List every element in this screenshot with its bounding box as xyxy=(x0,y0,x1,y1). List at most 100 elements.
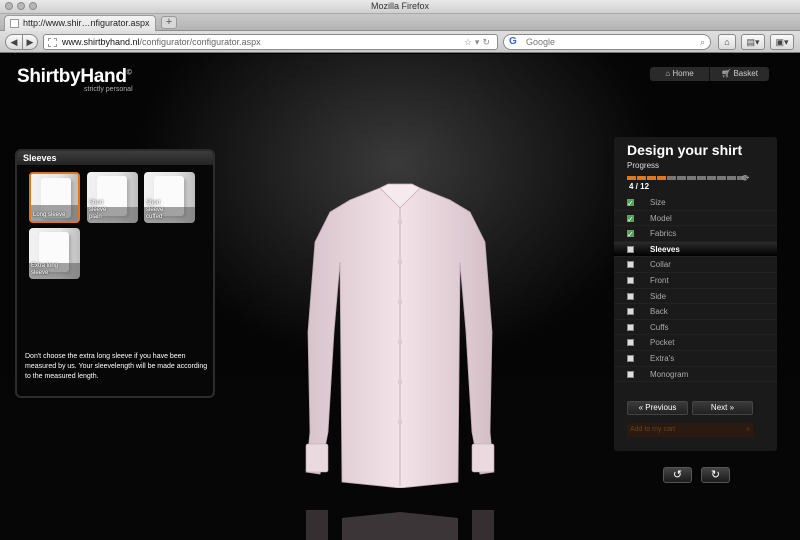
shirt-preview xyxy=(305,183,495,488)
previous-button[interactable]: « Previous xyxy=(627,401,688,415)
window-titlebar: Mozilla Firefox xyxy=(0,0,800,14)
progress-segment xyxy=(697,176,706,180)
bookmark-star-icon[interactable]: ☆▾↻ xyxy=(464,35,493,49)
window-controls[interactable] xyxy=(5,2,37,10)
step-label: Size xyxy=(650,198,666,207)
step-model[interactable]: Model xyxy=(614,211,777,227)
progress-count: 4 / 12 xyxy=(629,182,650,191)
tab-label: http://www.shir…nfigurator.aspx xyxy=(23,18,150,28)
reset-icon[interactable]: ⟳ xyxy=(742,173,750,184)
step-label: Extra's xyxy=(650,353,675,363)
checkbox-icon xyxy=(627,370,634,378)
page-icon xyxy=(10,19,19,28)
sleeves-panel-title: Sleeves xyxy=(17,151,213,165)
checkbox-icon xyxy=(627,354,634,362)
search-icon[interactable]: ⌕ xyxy=(700,35,705,49)
navigation-toolbar: ◀ ▶ www.shirtbyhand.nl/configurator/conf… xyxy=(0,31,800,53)
step-extras[interactable]: Extra's xyxy=(614,351,777,367)
step-label: Back xyxy=(650,307,668,317)
progress-segment xyxy=(627,176,636,180)
progress-segment xyxy=(687,176,696,180)
sleeves-description: Don't choose the extra long sleeve if yo… xyxy=(25,353,208,380)
step-size[interactable]: Size xyxy=(614,195,777,212)
step-pocket[interactable]: Pocket xyxy=(614,335,777,351)
sleeve-option-extra-long[interactable]: Extra long sleeve xyxy=(29,228,80,279)
checkbox-checked-icon xyxy=(627,212,634,227)
progress-segment xyxy=(647,176,656,180)
step-label: Model xyxy=(650,213,672,223)
rotate-left-icon[interactable]: ↺ xyxy=(663,467,692,483)
site-tagline: strictly personal xyxy=(84,86,133,93)
progress-segment xyxy=(707,176,716,180)
progress-label: Progress xyxy=(627,161,660,170)
browser-tab[interactable]: http://www.shir…nfigurator.aspx xyxy=(4,15,156,31)
step-label: Collar xyxy=(650,260,671,270)
step-label: Cuffs xyxy=(650,322,669,332)
basket-link[interactable]: 🛒︎ Basket xyxy=(710,67,769,81)
checkbox-icon xyxy=(627,339,634,347)
step-label: Monogram xyxy=(650,369,689,379)
rotate-right-icon[interactable]: ↻ xyxy=(701,467,730,483)
url-path: /configurator/configurator.aspx xyxy=(139,37,261,47)
step-cuffs[interactable]: Cuffs xyxy=(614,320,777,336)
sleeve-option-label: Short sleeve cuffed xyxy=(146,200,164,220)
step-navigation: « Previous Next » xyxy=(627,401,753,415)
tab-strip: http://www.shir…nfigurator.aspx + xyxy=(0,14,800,31)
next-button[interactable]: Next » xyxy=(692,401,753,415)
step-label: Pocket xyxy=(650,338,675,348)
home-link[interactable]: ⌂ Home xyxy=(650,67,710,81)
sleeve-option-long[interactable]: Long sleeve xyxy=(29,172,80,223)
step-label: Front xyxy=(650,275,669,285)
step-fabrics[interactable]: Fabrics xyxy=(614,226,777,243)
sleeve-option-short-cuffed[interactable]: Short sleeve cuffed xyxy=(144,172,195,223)
step-collar[interactable]: Collar xyxy=(614,257,777,273)
search-placeholder: Google xyxy=(526,37,556,47)
toolbar-menu-icon[interactable]: ▣▾ xyxy=(770,34,794,50)
step-sleeves[interactable]: Sleeves xyxy=(614,241,777,258)
progress-segment xyxy=(667,176,676,180)
sleeve-option-short-plain[interactable]: Short sleeve plain xyxy=(87,172,138,223)
checkbox-icon xyxy=(627,308,634,316)
cart-icon: 🛒︎ xyxy=(721,69,734,78)
sleeves-panel: Sleeves Long sleeve Short sleeve plain S… xyxy=(15,149,215,398)
step-monogram[interactable]: Monogram xyxy=(614,367,777,383)
url-host: www.shirtbyhand.nl xyxy=(62,37,140,47)
sleeve-option-label: Long sleeve xyxy=(33,212,66,218)
design-panel: Design your shirt Progress 4 / 12 ⟳ Size… xyxy=(614,137,777,451)
search-bar[interactable]: G Google ⌕ xyxy=(503,34,711,50)
double-chevron-right-icon: » xyxy=(729,403,735,412)
sleeve-option-label: Extra long sleeve xyxy=(31,263,59,276)
progress-segment xyxy=(717,176,726,180)
back-button[interactable]: ◀ xyxy=(5,34,23,50)
bookmarks-menu-icon[interactable]: ▤▾ xyxy=(741,34,765,50)
checkbox-checked-icon xyxy=(627,227,634,243)
home-icon[interactable]: ⌂ xyxy=(718,34,736,50)
progress-segment xyxy=(637,176,646,180)
progress-segment xyxy=(657,176,666,180)
top-navigation: ⌂ Home 🛒︎ Basket xyxy=(650,67,769,81)
site-logo[interactable]: ShirtbyHand© xyxy=(17,66,132,88)
add-to-cart-button[interactable]: Add to my cart» xyxy=(627,423,753,437)
sleeve-option-label: Short sleeve plain xyxy=(89,200,107,220)
new-tab-button[interactable]: + xyxy=(161,16,177,29)
progress-segment xyxy=(677,176,686,180)
progress-bar xyxy=(627,176,746,180)
step-front[interactable]: Front xyxy=(614,273,777,289)
configurator-page: ShirtbyHand© strictly personal ⌂ Home 🛒︎… xyxy=(0,54,800,540)
site-identity-icon[interactable] xyxy=(48,38,57,47)
checkbox-checked-icon xyxy=(627,196,634,212)
window-title: Mozilla Firefox xyxy=(370,1,429,11)
checkbox-icon xyxy=(627,245,634,253)
google-icon[interactable]: G xyxy=(509,37,517,47)
step-label: Sleeves xyxy=(650,244,680,254)
checkbox-icon xyxy=(627,261,634,269)
design-panel-title: Design your shirt xyxy=(627,142,743,158)
double-chevron-right-icon: » xyxy=(746,426,750,433)
step-side[interactable]: Side xyxy=(614,289,777,305)
checkbox-icon xyxy=(627,276,634,284)
url-bar[interactable]: www.shirtbyhand.nl/configurator/configur… xyxy=(43,34,498,50)
double-chevron-left-icon: « xyxy=(638,403,644,412)
step-back[interactable]: Back xyxy=(614,304,777,320)
rotate-controls: ↺ ↻ xyxy=(663,467,730,483)
forward-button[interactable]: ▶ xyxy=(22,34,38,50)
